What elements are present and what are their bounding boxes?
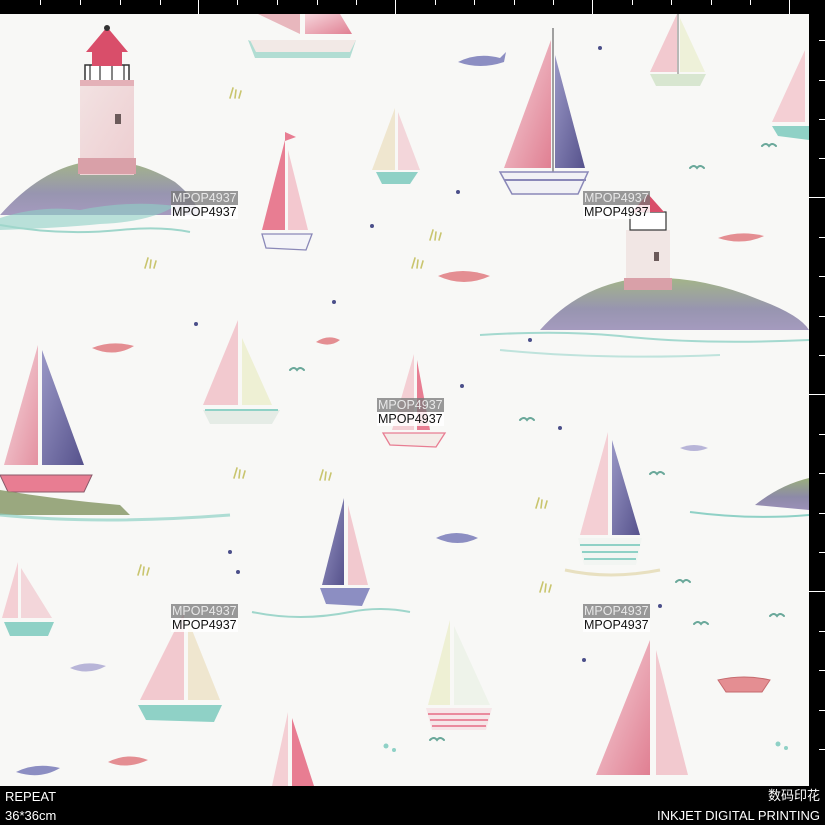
ruler-top [0,0,825,14]
sailboat-icon [564,432,661,577]
watermark: MPOP4937 MPOP4937 [171,191,238,219]
sailboat-icon [272,712,314,786]
watermark: MPOP4937 MPOP4937 [583,604,650,632]
ruler-right [809,0,825,786]
bird-icon [289,143,785,741]
frame: MPOP4937 MPOP4937 MPOP4937 MPOP4937 MPOP… [0,0,825,825]
sailboat-icon [498,28,590,195]
footer-size-label: 36*36cm [5,808,57,823]
sailboat-icon [203,320,280,424]
fish-icon [16,756,148,776]
island-icon [689,478,809,518]
sailboat-icon [248,14,356,58]
sailboat-icon [372,108,420,184]
sailboat-icon [426,620,492,730]
footer-repeat-label: REPEAT [5,789,57,804]
sailboat-icon [261,132,313,251]
sailboat-icon [596,640,688,775]
sailboat-icon [0,345,231,522]
watermark: MPOP4937 MPOP4937 [377,398,444,426]
sailboat-icon [2,562,54,636]
sailboat-icon [650,14,706,86]
fish-icon [458,52,506,66]
sailboat-icon [251,498,411,618]
watermark: MPOP4937 MPOP4937 [171,604,238,632]
rowboat-icon [717,676,771,693]
watermark: MPOP4937 MPOP4937 [583,191,650,219]
lighthouse-icon [0,25,200,234]
pattern-canvas: MPOP4937 MPOP4937 MPOP4937 MPOP4937 MPOP… [0,14,809,786]
sailboat-icon [772,50,809,140]
footer-print-label-cn: 数码印花 [767,789,820,804]
footer-print-label-en: INKJET DIGITAL PRINTING [656,808,820,823]
